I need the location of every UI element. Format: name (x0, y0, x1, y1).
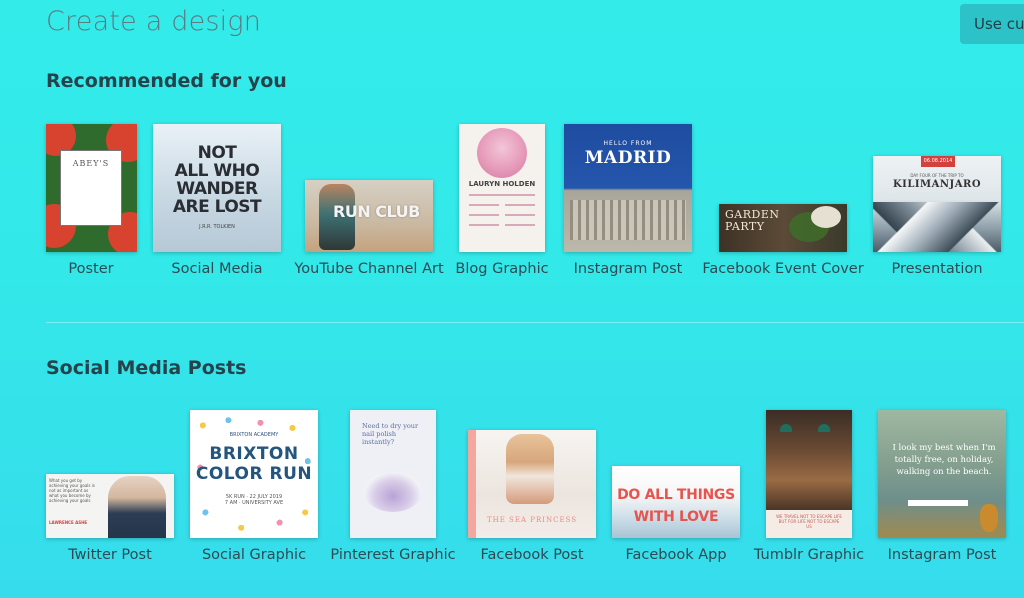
design-type-label: Instagram Post (573, 261, 683, 277)
design-type-label: Facebook Post (480, 547, 584, 563)
use-custom-dimensions-button[interactable]: Use cus (960, 4, 1024, 44)
section-divider (46, 322, 1024, 323)
facebook-app-thumbnail[interactable]: DO ALL THINGS WITH LOVE (612, 466, 740, 538)
design-type-label: YouTube Channel Art (294, 261, 444, 277)
page-title: Create a design (46, 6, 262, 37)
presentation-thumbnail[interactable]: 06.08.2014 DAY FOUR OF THE TRIP TO KILIM… (873, 156, 1001, 252)
blog-graphic-thumbnail[interactable]: LAURYN HOLDEN (459, 124, 545, 252)
design-type-label: Facebook Event Cover (702, 261, 864, 277)
design-type-label: Twitter Post (68, 547, 152, 563)
facebook-event-cover-thumbnail[interactable]: GARDEN PARTY (719, 204, 847, 252)
pinterest-graphic-thumbnail[interactable]: Need to dry your nail polish instantly? (350, 410, 436, 538)
design-type-label: Social Graphic (201, 547, 307, 563)
section-title-social-media-posts: Social Media Posts (46, 357, 247, 379)
facebook-post-thumbnail[interactable]: THE SEA PRINCESS (468, 430, 596, 538)
poster-thumbnail[interactable]: ABEY'S (46, 124, 137, 252)
design-type-label: Presentation (891, 261, 983, 277)
youtube-channel-art-thumbnail[interactable]: RUN CLUB (305, 180, 433, 252)
instagram-post-2-thumbnail[interactable]: I look my best when I'm totally free, on… (878, 410, 1006, 538)
design-type-label: Blog Graphic (455, 261, 549, 277)
design-type-label: Pinterest Graphic (330, 547, 456, 563)
twitter-post-thumbnail[interactable]: What you get by achieving your goals is … (46, 474, 174, 538)
design-type-label: Instagram Post (887, 547, 997, 563)
social-graphic-thumbnail[interactable]: BRIXTON ACADEMY BRIXTON COLOR RUN 5K RUN… (190, 410, 318, 538)
design-type-label: Poster (68, 261, 114, 277)
social-media-thumbnail[interactable]: NOT ALL WHO WANDER ARE LOST J.R.R. TOLKI… (153, 124, 281, 252)
tumblr-graphic-thumbnail[interactable]: WE TRAVEL NOT TO ESCAPE LIFE BUT FOR LIF… (766, 410, 852, 538)
instagram-post-thumbnail[interactable]: HELLO FROM MADRID (564, 124, 692, 252)
poster-thumb-title: ABEY'S (72, 159, 110, 168)
section-title-recommended: Recommended for you (46, 70, 287, 92)
design-type-label: Facebook App (625, 547, 727, 563)
design-type-label: Tumblr Graphic (753, 547, 865, 563)
design-type-label: Social Media (171, 261, 263, 277)
